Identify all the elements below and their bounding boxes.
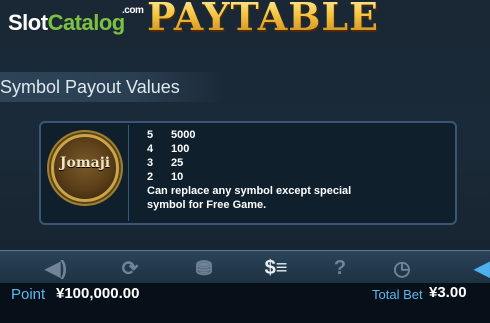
- payout-row: 4 100: [147, 142, 351, 156]
- jomaji-symbol-icon: Jomaji: [51, 134, 119, 202]
- logo-catalog-text: Catalog: [47, 10, 126, 35]
- payout-count: 3: [147, 157, 154, 169]
- coins-icon[interactable]: ⛃: [192, 257, 216, 280]
- symbol-name: Jomaji: [59, 155, 111, 171]
- symbol-payout-card: Jomaji 5 5000 4 100 3 25 2 10 Can replac…: [39, 121, 457, 225]
- payout-row: 5 5000: [147, 128, 351, 142]
- point-label: Point: [11, 286, 46, 303]
- payout-count: 4: [147, 143, 154, 155]
- autoplay-icon[interactable]: ⟳: [118, 257, 142, 280]
- section-title: Symbol Payout Values: [0, 77, 180, 97]
- payout-row: 2 10: [147, 170, 351, 184]
- payout-value: 10: [171, 171, 184, 183]
- symbol-description-line1: Can replace any symbol except special: [147, 185, 352, 197]
- page-title: PAYTABLE: [147, 0, 379, 39]
- toolbar: ◀) ⟳ ⛃ $≡ ? ◷ ◀: [0, 250, 490, 284]
- slotcatalog-logo: SlotCatalog .com: [8, 5, 144, 36]
- help-icon[interactable]: ?: [328, 257, 352, 279]
- paytable-panel: SlotCatalog .com PAYTABLE PAYTABLE Symbo…: [0, 0, 490, 250]
- symbol-icon-box: Jomaji: [43, 125, 129, 221]
- total-bet-label: Total Bet: [372, 287, 423, 302]
- history-icon[interactable]: ◷: [390, 257, 414, 280]
- payout-value: 5000: [171, 129, 196, 141]
- paytable-icon[interactable]: $≡: [264, 257, 288, 279]
- payout-value: 100: [171, 143, 190, 155]
- back-icon[interactable]: ◀: [470, 257, 490, 280]
- payout-row: 3 25: [147, 156, 351, 170]
- sound-icon[interactable]: ◀): [44, 257, 68, 280]
- logo-slot-text: Slot: [8, 10, 48, 35]
- payout-list: 5 5000 4 100 3 25 2 10 Can replace any s…: [147, 128, 351, 212]
- payout-count: 2: [147, 171, 154, 183]
- point-value: ¥100,000.00: [56, 285, 140, 302]
- status-bar: Point ¥100,000.00 Total Bet ¥3.00: [0, 283, 490, 323]
- payout-count: 5: [147, 129, 154, 141]
- payout-value: 25: [171, 157, 184, 169]
- symbol-description-line2: symbol for Free Game.: [147, 199, 267, 211]
- total-bet-value: ¥3.00: [429, 284, 467, 301]
- logo-com-text: .com: [122, 5, 144, 16]
